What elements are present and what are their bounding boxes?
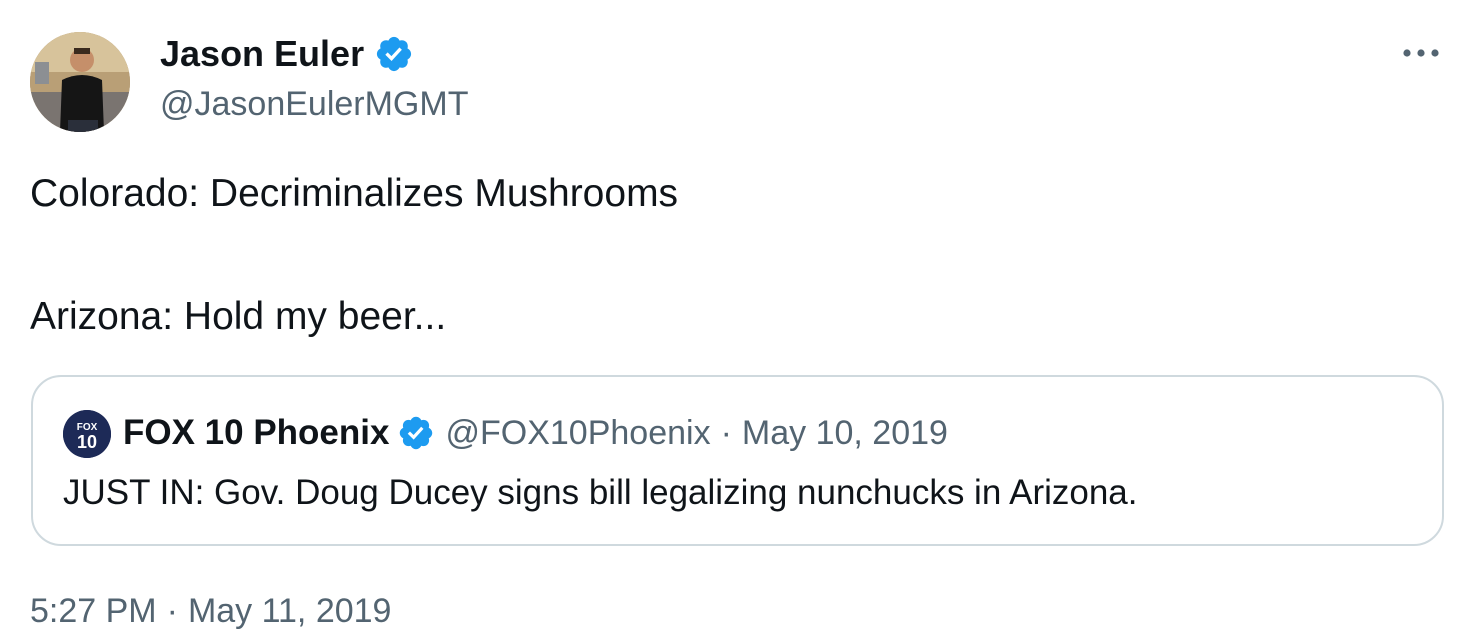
quoted-author-handle[interactable]: @FOX10Phoenix — [445, 414, 710, 453]
quoted-author-name[interactable]: FOX 10 Phoenix — [123, 413, 389, 453]
fox10-logo-bottom: 10 — [77, 432, 97, 452]
more-options-button[interactable] — [1396, 38, 1446, 68]
separator-dot: · — [166, 592, 178, 630]
quoted-tweet-date[interactable]: May 10, 2019 — [742, 414, 948, 453]
tweet: Jason Euler @JasonEulerMGMT Colorado: De… — [0, 0, 1476, 642]
more-horizontal-icon — [1403, 49, 1439, 57]
tweet-time[interactable]: 5:27 PM — [30, 590, 157, 632]
quoted-tweet-header: FOX 10 Phoenix @FOX10Phoenix · May 10, 2… — [123, 410, 948, 456]
fox10-logo: FOX 10 — [63, 410, 111, 458]
verified-badge-icon — [400, 416, 433, 450]
tweet-text-line: Colorado: Decriminalizes Mushrooms — [30, 172, 679, 215]
fox10-logo-icon: FOX 10 — [63, 410, 111, 458]
author-name[interactable]: Jason Euler — [160, 34, 364, 74]
separator-dot: · — [720, 413, 732, 452]
quoted-tweet-text: JUST IN: Gov. Doug Ducey signs bill lega… — [63, 473, 1138, 512]
author-name-row[interactable]: Jason Euler — [160, 34, 414, 74]
author-avatar[interactable] — [30, 32, 130, 132]
author-handle[interactable]: @JasonEulerMGMT — [160, 84, 468, 124]
verified-badge-icon — [377, 36, 412, 72]
quoted-tweet-card[interactable]: FOX 10 FOX 10 Phoenix @FOX10Phoenix · Ma… — [31, 375, 1444, 546]
avatar-photo — [30, 32, 130, 132]
tweet-timestamp[interactable]: 5:27 PM · May 11, 2019 — [30, 590, 391, 632]
tweet-text-line: Arizona: Hold my beer... — [30, 295, 447, 338]
tweet-date[interactable]: May 11, 2019 — [188, 590, 392, 632]
